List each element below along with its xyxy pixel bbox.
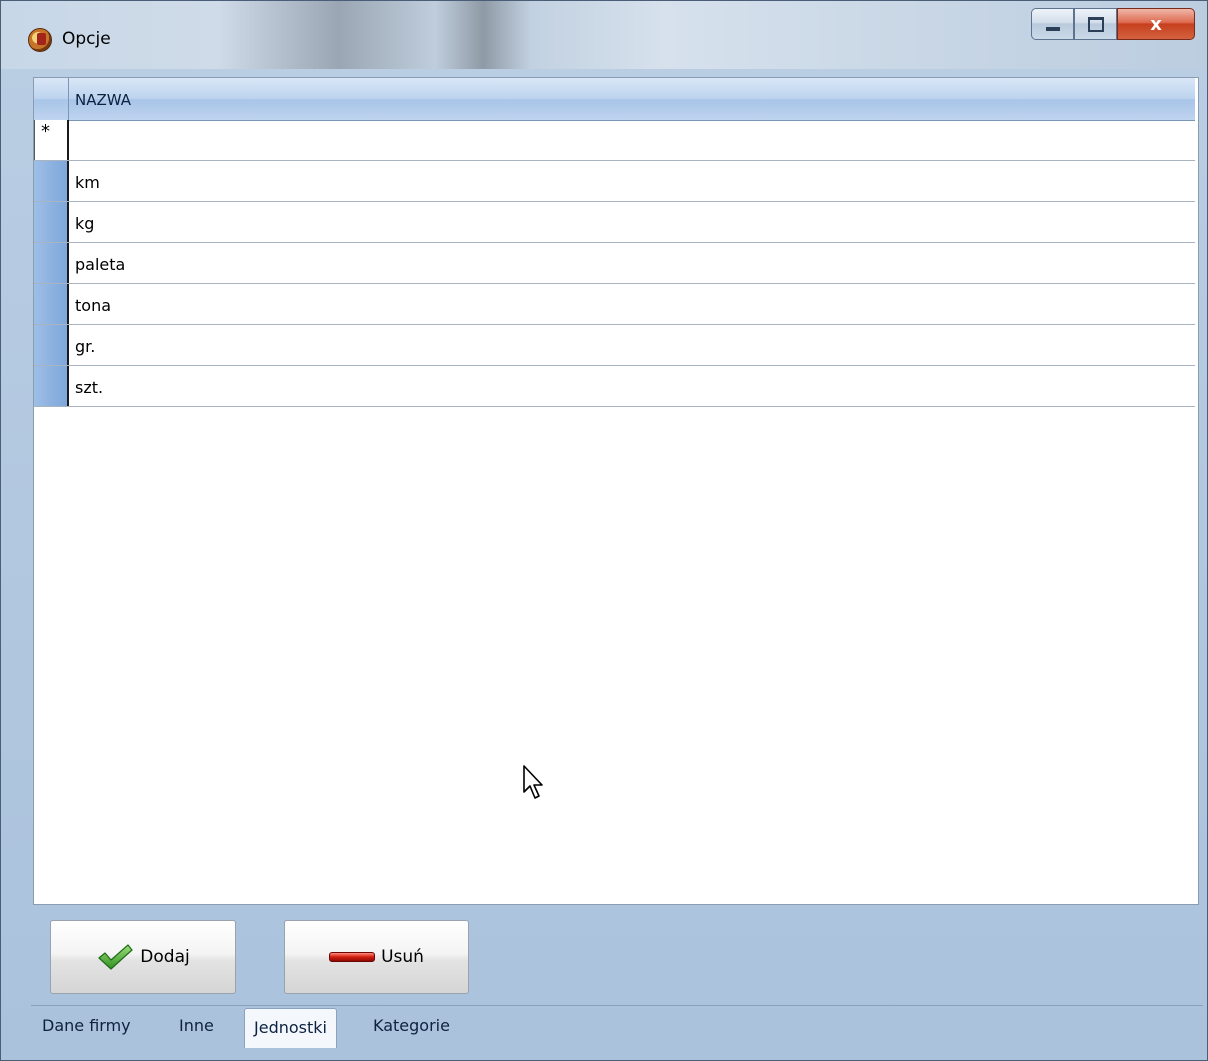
cell-nazwa[interactable]: kg <box>75 214 94 233</box>
new-row[interactable] <box>34 120 1195 161</box>
delete-button-label: Usuń <box>381 947 424 967</box>
row-header[interactable] <box>34 202 69 242</box>
row-header[interactable] <box>34 161 69 201</box>
row-header[interactable] <box>34 325 69 365</box>
close-button[interactable]: x <box>1117 8 1195 40</box>
maximize-button[interactable] <box>1074 8 1117 40</box>
add-button[interactable]: Dodaj <box>50 920 236 994</box>
cell-nazwa[interactable]: paleta <box>75 255 125 274</box>
checkmark-icon <box>98 944 133 970</box>
tab-jednostki[interactable]: Jednostki <box>244 1008 337 1048</box>
cell-nazwa[interactable]: szt. <box>75 378 103 397</box>
tab-inne[interactable]: Inne <box>179 1016 214 1035</box>
table-row[interactable]: tona <box>34 284 1195 325</box>
grid-header: NAZWA <box>34 78 1195 121</box>
row-header[interactable] <box>34 366 69 406</box>
delete-button[interactable]: Usuń <box>284 920 469 994</box>
cell-nazwa[interactable]: tona <box>75 296 111 315</box>
add-button-label: Dodaj <box>140 947 190 967</box>
close-icon: x <box>1150 13 1162 35</box>
tab-dane-firmy[interactable]: Dane firmy <box>42 1016 131 1035</box>
options-window: Opcje x NAZWA km <box>0 0 1208 1061</box>
app-logo-icon <box>28 28 52 52</box>
new-row-marker[interactable] <box>34 120 69 160</box>
window-title: Opcje <box>62 29 111 49</box>
window-controls: x <box>1031 8 1195 42</box>
grid-rows: km kg paleta tona gr. szt. <box>34 120 1195 407</box>
cell-nazwa[interactable]: gr. <box>75 337 95 356</box>
table-row[interactable]: kg <box>34 202 1195 243</box>
row-header[interactable] <box>34 243 69 283</box>
minimize-button[interactable] <box>1031 8 1074 40</box>
units-grid[interactable]: NAZWA km kg paleta tona <box>33 77 1199 905</box>
table-row[interactable]: szt. <box>34 366 1195 407</box>
tab-bar: Dane firmy Inne Jednostki Kategorie <box>31 1006 1201 1050</box>
cell-nazwa[interactable]: km <box>75 173 100 192</box>
table-row[interactable]: gr. <box>34 325 1195 366</box>
row-header[interactable] <box>34 284 69 324</box>
tab-kategorie[interactable]: Kategorie <box>373 1016 450 1035</box>
grid-corner-cell[interactable] <box>34 78 69 120</box>
column-header-nazwa[interactable]: NAZWA <box>75 91 131 109</box>
table-row[interactable]: km <box>34 161 1195 202</box>
red-minus-icon <box>329 952 376 962</box>
title-bar[interactable]: Opcje x <box>1 1 1207 69</box>
table-row[interactable]: paleta <box>34 243 1195 284</box>
minimize-icon <box>1045 27 1060 31</box>
mouse-cursor-icon <box>523 765 543 799</box>
maximize-icon <box>1087 16 1104 32</box>
